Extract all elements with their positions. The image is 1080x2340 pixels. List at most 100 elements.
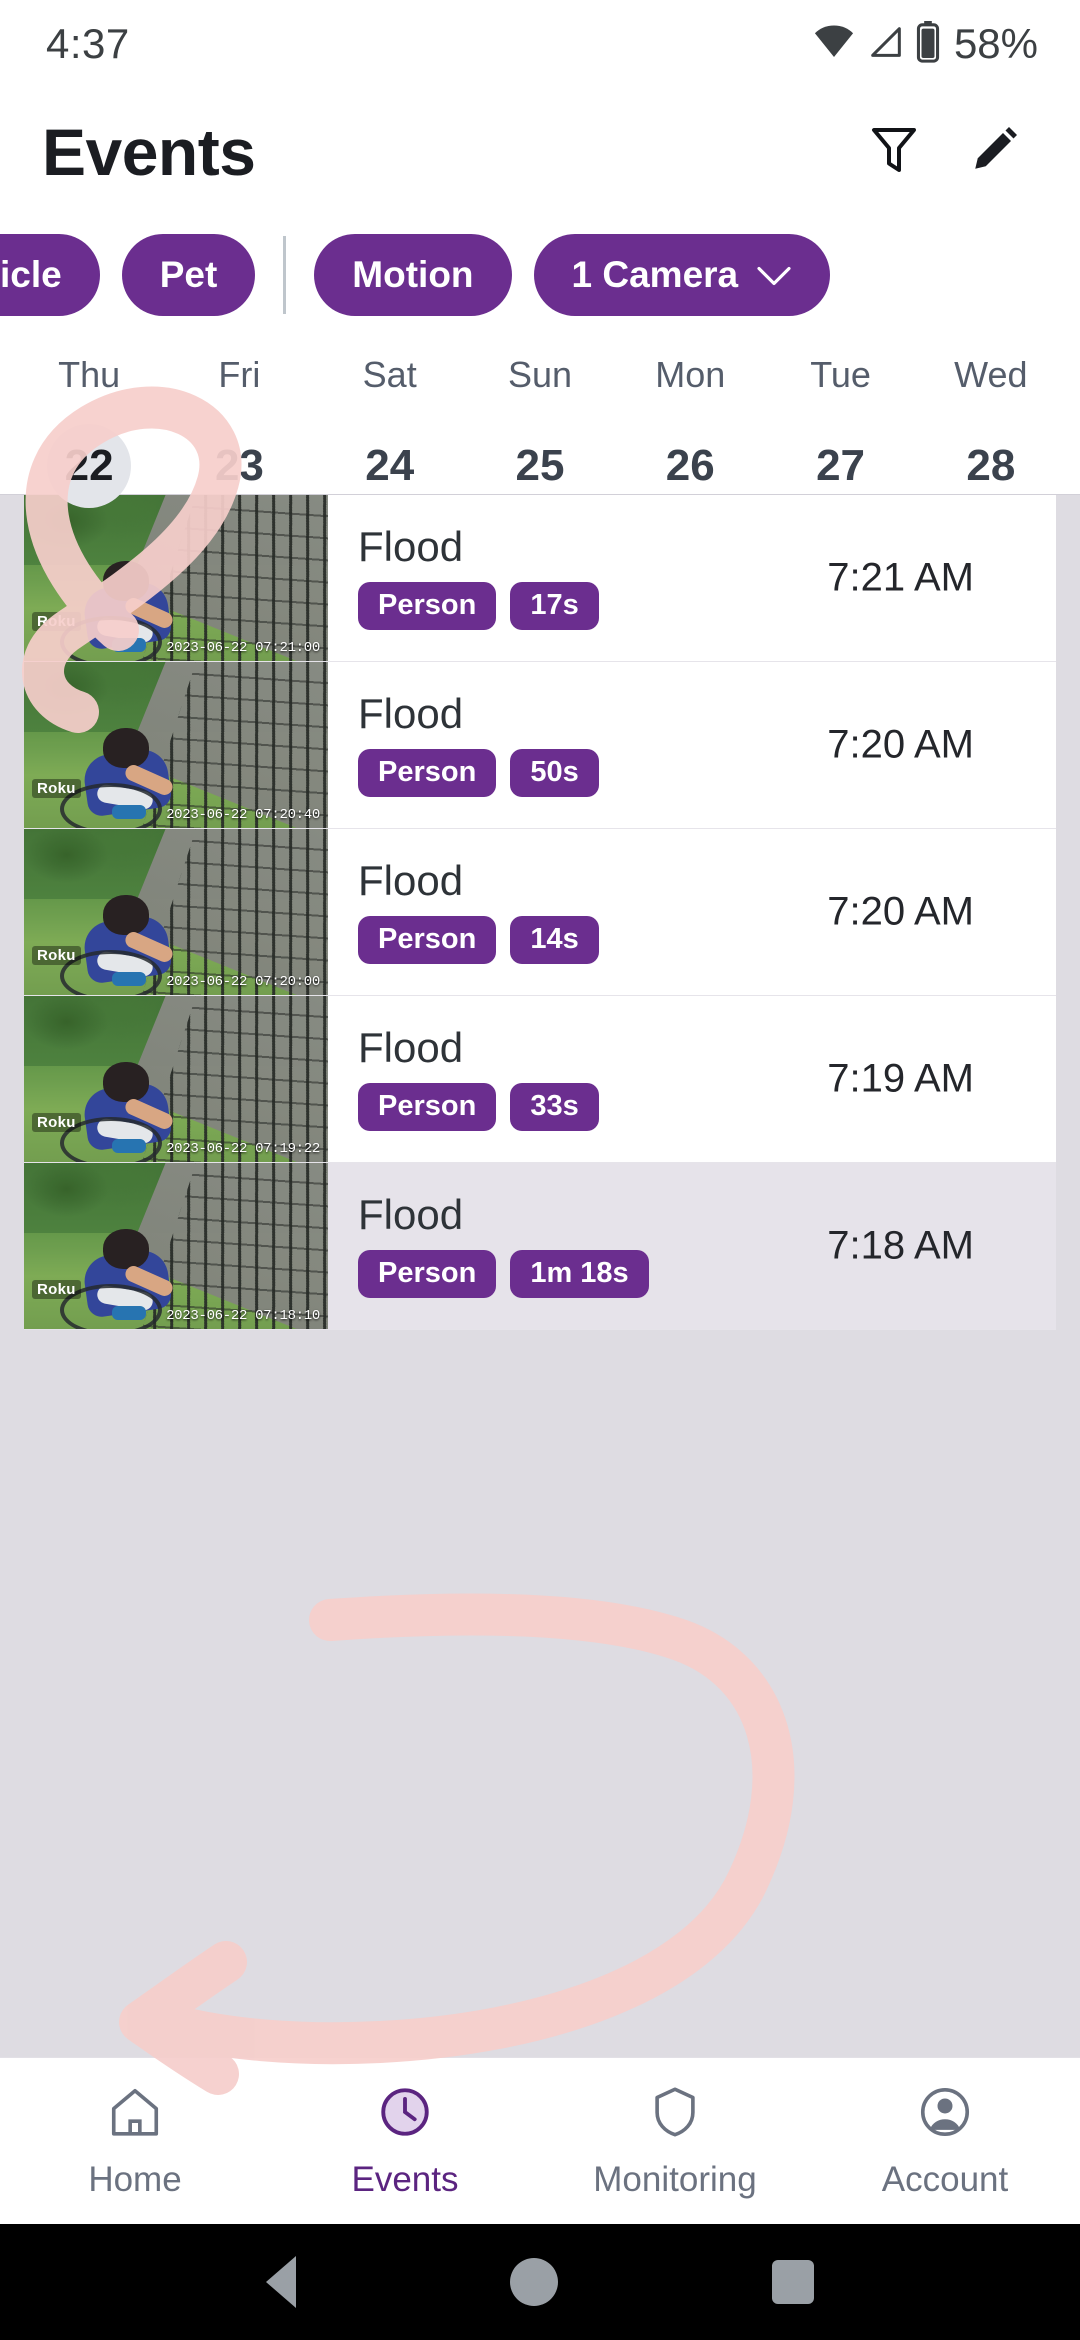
event-title: Flood: [358, 690, 464, 737]
event-row[interactable]: Roku 2023-06-22 07:20:00 Flood Person 14…: [24, 829, 1056, 996]
chevron-down-icon: [756, 254, 792, 296]
events-list-scroll[interactable]: Roku 2023-06-22 07:21:00 Flood Person 17…: [0, 495, 1080, 2057]
cellular-signal-icon: [866, 22, 906, 67]
filter-chips-row[interactable]: icle Pet Motion 1 Camera: [0, 216, 1080, 334]
event-row[interactable]: Roku 2023-06-22 07:20:40 Flood Person 50…: [24, 662, 1056, 829]
date-cell-23[interactable]: Fri 23: [164, 348, 314, 508]
event-thumbnail[interactable]: Roku 2023-06-22 07:20:40: [24, 662, 328, 828]
date-cell-27[interactable]: Tue 27: [765, 348, 915, 508]
day-number: 24: [365, 441, 415, 490]
event-thumbnail[interactable]: Roku 2023-06-22 07:20:00: [24, 829, 328, 995]
status-bar-icons: 58%: [812, 20, 1038, 69]
thumbnail-brand-watermark: Roku: [32, 946, 81, 965]
wifi-icon: [812, 20, 856, 69]
event-title: Flood: [358, 1191, 464, 1238]
nav-item-home[interactable]: Home: [0, 2083, 270, 2200]
event-meta: Flood Person 1m 18s: [358, 1194, 649, 1298]
day-name: Wed: [954, 354, 1028, 395]
filter-chip-motion[interactable]: Motion: [314, 234, 512, 316]
event-info: Flood Person 33s 7:19 AM: [328, 996, 1056, 1162]
object-badge: Person: [358, 582, 497, 630]
event-meta: Flood Person 14s: [358, 860, 599, 964]
bottom-navigation[interactable]: Home Events Monitoring Account: [0, 2057, 1080, 2224]
duration-badge: 50s: [510, 749, 599, 797]
clock-icon: [376, 2083, 434, 2146]
filter-funnel-icon[interactable]: [864, 120, 924, 185]
nav-item-events[interactable]: Events: [270, 2083, 540, 2200]
event-meta: Flood Person 17s: [358, 526, 599, 630]
filter-chip-camera-select[interactable]: 1 Camera: [533, 234, 831, 316]
nav-item-account[interactable]: Account: [810, 2083, 1080, 2200]
camera-select-label: 1 Camera: [571, 254, 739, 295]
status-bar: 4:37 58%: [0, 0, 1080, 88]
date-cell-25[interactable]: Sun 25: [465, 348, 615, 508]
thumbnail-brand-watermark: Roku: [32, 779, 81, 798]
event-info: Flood Person 17s 7:21 AM: [328, 495, 1056, 661]
date-cell-28[interactable]: Wed 28: [916, 348, 1066, 508]
event-time: 7:20 AM: [827, 889, 974, 934]
thumbnail-timestamp: 2023-06-22 07:20:00: [166, 974, 320, 990]
nav-item-monitoring[interactable]: Monitoring: [540, 2083, 810, 2200]
day-name: Mon: [655, 354, 726, 395]
app-screen: 4:37 58% Events icle Pet Motion 1 Camera…: [0, 0, 1080, 2340]
date-cell-22[interactable]: Thu 22: [14, 348, 164, 508]
duration-badge: 1m 18s: [510, 1250, 649, 1298]
event-thumbnail[interactable]: Roku 2023-06-22 07:18:10: [24, 1163, 328, 1329]
event-row[interactable]: Roku 2023-06-22 07:21:00 Flood Person 17…: [24, 495, 1056, 662]
date-cell-26[interactable]: Mon 26: [615, 348, 765, 508]
nav-label: Monitoring: [593, 2159, 757, 2199]
thumbnail-timestamp: 2023-06-22 07:19:22: [166, 1141, 320, 1157]
day-name: Sun: [507, 354, 573, 395]
nav-label: Account: [881, 2159, 1009, 2199]
day-number: 23: [214, 441, 264, 490]
event-meta: Flood Person 50s: [358, 693, 599, 797]
battery-icon: [916, 20, 940, 68]
recents-square-icon[interactable]: [772, 2260, 814, 2304]
status-bar-time: 4:37: [46, 20, 130, 67]
person-circle-icon: [916, 2083, 974, 2146]
date-cell-24[interactable]: Sat 24: [315, 348, 465, 508]
day-name: Sat: [362, 354, 417, 395]
filter-chip-vehicle[interactable]: icle: [0, 234, 100, 316]
battery-percent: 58%: [953, 20, 1038, 67]
event-info: Flood Person 1m 18s 7:18 AM: [328, 1163, 1056, 1329]
day-name: Tue: [810, 354, 871, 395]
event-title: Flood: [358, 1024, 464, 1071]
event-thumbnail[interactable]: Roku 2023-06-22 07:19:22: [24, 996, 328, 1162]
event-badges: Person 14s: [358, 916, 599, 964]
filter-chip-pet[interactable]: Pet: [121, 234, 256, 316]
thumbnail-timestamp: 2023-06-22 07:18:10: [166, 1308, 320, 1324]
duration-badge: 33s: [510, 1083, 599, 1131]
event-badges: Person 50s: [358, 749, 599, 797]
event-row[interactable]: Roku 2023-06-22 07:19:22 Flood Person 33…: [24, 996, 1056, 1163]
event-badges: Person 33s: [358, 1083, 599, 1131]
day-name: Thu: [58, 354, 121, 395]
date-strip[interactable]: Thu 22 Fri 23 Sat 24 Sun 25 Mon 26 Tue 2…: [0, 334, 1080, 508]
back-triangle-icon[interactable]: [266, 2256, 296, 2308]
thumbnail-brand-watermark: Roku: [32, 1113, 81, 1132]
events-list[interactable]: Roku 2023-06-22 07:21:00 Flood Person 17…: [0, 494, 1080, 2057]
day-number: 22: [47, 424, 132, 508]
event-info: Flood Person 14s 7:20 AM: [328, 829, 1056, 995]
thumbnail-timestamp: 2023-06-22 07:21:00: [166, 640, 320, 656]
event-time: 7:19 AM: [827, 1056, 974, 1101]
event-badges: Person 17s: [358, 582, 599, 630]
home-circle-icon[interactable]: [510, 2258, 558, 2306]
event-title: Flood: [358, 857, 464, 904]
duration-badge: 17s: [510, 582, 599, 630]
day-number: 25: [515, 441, 565, 490]
android-system-nav[interactable]: [0, 2224, 1080, 2340]
event-time: 7:20 AM: [827, 722, 974, 767]
event-time: 7:21 AM: [827, 555, 974, 600]
shield-icon: [646, 2083, 704, 2146]
event-thumbnail[interactable]: Roku 2023-06-22 07:21:00: [24, 495, 328, 661]
day-number: 27: [816, 441, 866, 490]
day-name: Fri: [218, 354, 261, 395]
thumbnail-brand-watermark: Roku: [32, 1280, 81, 1299]
event-title: Flood: [358, 523, 464, 570]
event-row[interactable]: Roku 2023-06-22 07:18:10 Flood Person 1m…: [24, 1163, 1056, 1330]
thumbnail-brand-watermark: Roku: [32, 612, 81, 631]
house-icon: [106, 2083, 164, 2146]
pencil-edit-icon[interactable]: [964, 120, 1024, 185]
event-time: 7:18 AM: [827, 1223, 974, 1268]
